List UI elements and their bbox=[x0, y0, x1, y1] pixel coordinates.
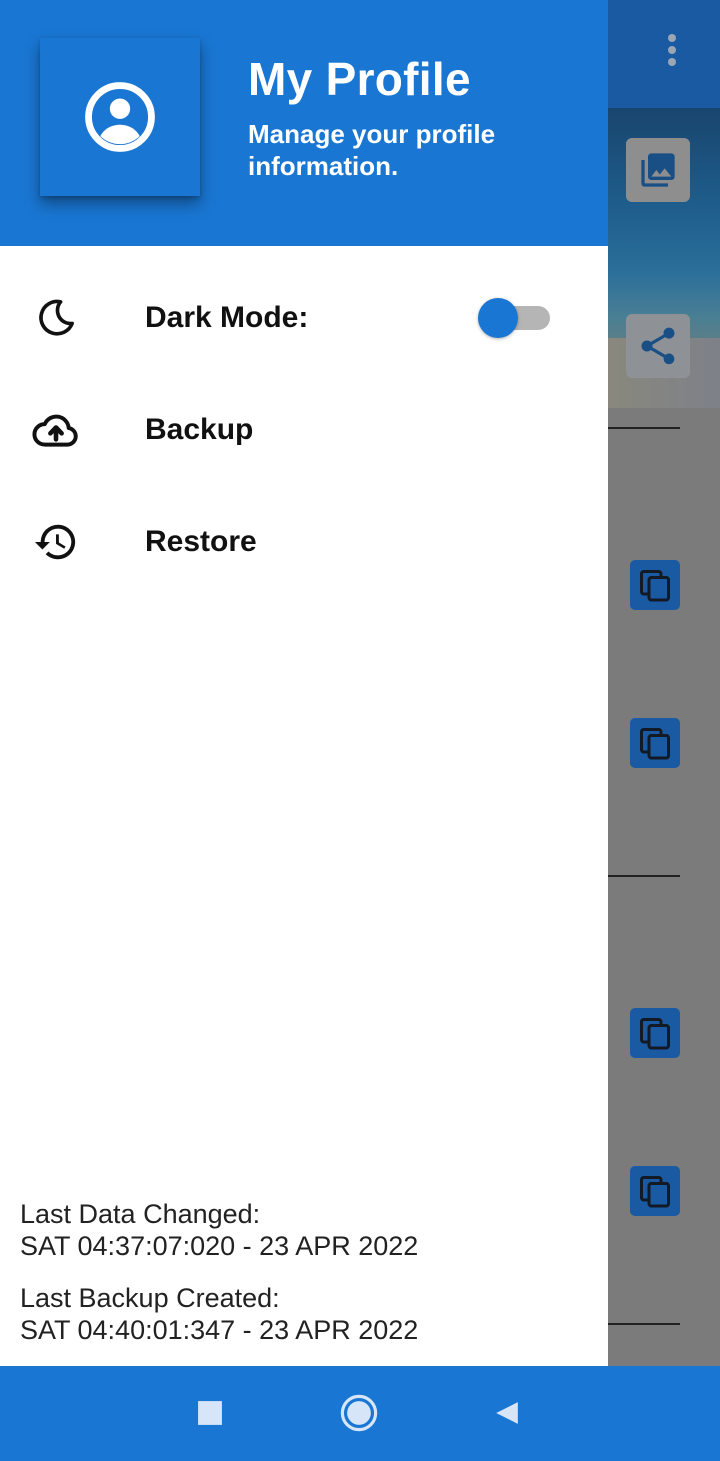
moon-icon bbox=[30, 292, 82, 344]
system-navigation-bar bbox=[0, 1366, 720, 1461]
back-button[interactable] bbox=[482, 1388, 532, 1438]
copy-button[interactable] bbox=[630, 718, 680, 768]
divider bbox=[608, 875, 680, 877]
restore-label: Restore bbox=[145, 525, 257, 558]
last-backup-created-value: SAT 04:40:01:347 - 23 APR 2022 bbox=[20, 1315, 419, 1345]
copy-button[interactable] bbox=[630, 560, 680, 610]
history-icon bbox=[30, 516, 82, 568]
menu-item-dark-mode[interactable]: Dark Mode: bbox=[0, 273, 608, 363]
screen: My Profile Manage your profile informati… bbox=[0, 0, 720, 1461]
drawer-header: My Profile Manage your profile informati… bbox=[0, 0, 608, 246]
copy-icon bbox=[640, 570, 670, 602]
overflow-menu-icon[interactable] bbox=[664, 34, 680, 74]
avatar[interactable] bbox=[40, 38, 200, 196]
back-triangle-icon bbox=[496, 1402, 518, 1424]
recents-square-icon bbox=[198, 1401, 222, 1425]
home-button[interactable] bbox=[334, 1388, 384, 1438]
home-circle-icon bbox=[340, 1394, 378, 1432]
profile-subtitle: Manage your profile information. bbox=[248, 119, 496, 181]
dark-mode-label: Dark Mode: bbox=[145, 301, 309, 334]
share-icon bbox=[641, 327, 675, 365]
profile-title: My Profile bbox=[248, 53, 471, 105]
navigation-drawer: My Profile Manage your profile informati… bbox=[0, 0, 608, 1366]
last-data-changed-value: SAT 04:37:07:020 - 23 APR 2022 bbox=[20, 1231, 419, 1261]
cloud-upload-icon bbox=[30, 404, 82, 456]
copy-icon bbox=[640, 1176, 670, 1208]
account-circle-icon bbox=[85, 82, 155, 152]
backup-label: Backup bbox=[145, 413, 254, 446]
last-data-changed-label: Last Data Changed: bbox=[20, 1199, 261, 1229]
last-backup-created-label: Last Backup Created: bbox=[20, 1283, 280, 1313]
menu-item-restore[interactable]: Restore bbox=[0, 497, 608, 587]
last-backup-created: Last Backup Created: SAT 04:40:01:347 - … bbox=[20, 1282, 418, 1346]
recents-button[interactable] bbox=[185, 1388, 235, 1438]
gallery-icon bbox=[641, 153, 675, 187]
divider bbox=[608, 427, 680, 429]
divider bbox=[608, 1323, 680, 1325]
copy-icon bbox=[640, 1018, 670, 1050]
dark-mode-toggle[interactable] bbox=[478, 298, 552, 338]
last-data-changed: Last Data Changed: SAT 04:37:07:020 - 23… bbox=[20, 1198, 418, 1262]
copy-button[interactable] bbox=[630, 1166, 680, 1216]
gallery-button[interactable] bbox=[626, 138, 690, 202]
copy-icon bbox=[640, 728, 670, 760]
share-button[interactable] bbox=[626, 314, 690, 378]
menu-item-backup[interactable]: Backup bbox=[0, 385, 608, 475]
copy-button[interactable] bbox=[630, 1008, 680, 1058]
